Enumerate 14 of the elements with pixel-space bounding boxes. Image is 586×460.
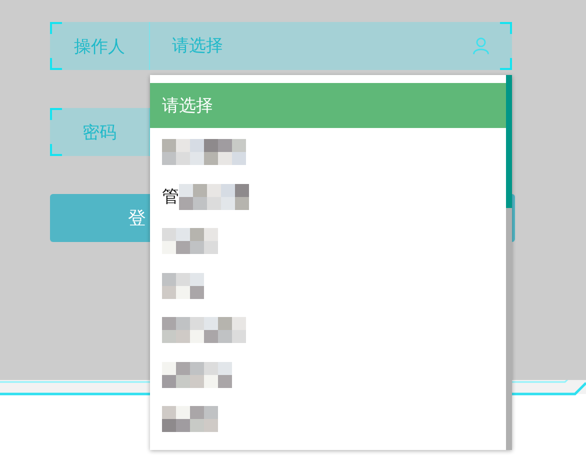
mosaic-drawing [162, 406, 218, 432]
password-label: 密码 [50, 108, 150, 156]
mosaic-drawing [162, 228, 218, 254]
dropdown-option[interactable]: 管 [150, 174, 506, 219]
scrollbar-thumb[interactable] [506, 75, 512, 208]
scrollbar[interactable] [506, 75, 512, 450]
operator-select[interactable]: 请选择 [150, 22, 512, 70]
corner-mark [500, 58, 512, 70]
corner-mark [500, 22, 512, 34]
operator-label: 操作人 [50, 22, 150, 70]
user-icon [472, 36, 490, 56]
mosaic-drawing [162, 272, 204, 299]
mosaic-drawing [179, 184, 249, 210]
mosaic-drawing [162, 362, 232, 388]
